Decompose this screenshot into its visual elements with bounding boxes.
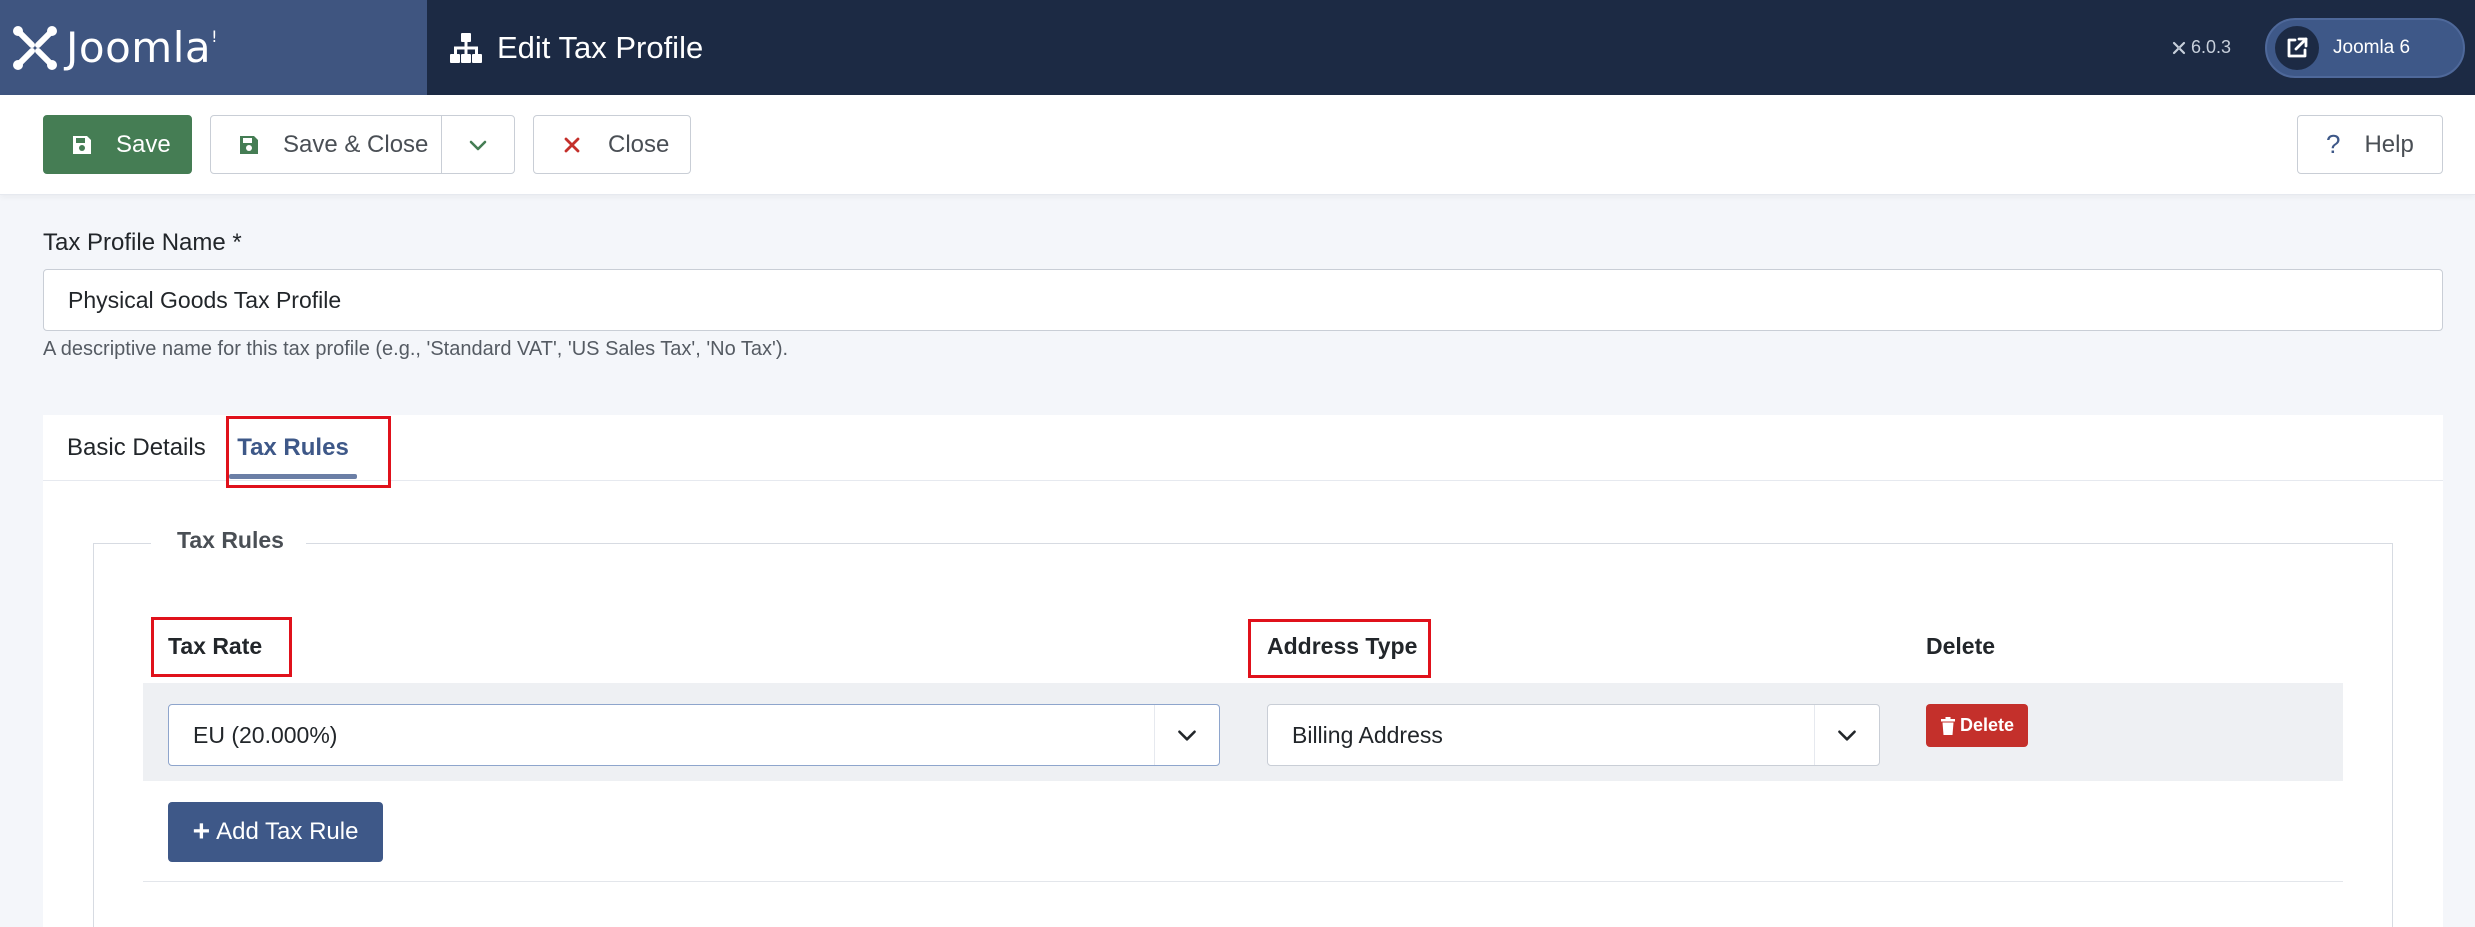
tax-profile-name-input[interactable]: Physical Goods Tax Profile xyxy=(43,269,2443,331)
floppy-disk-icon xyxy=(240,135,258,154)
version-label: 6.0.3 xyxy=(2171,37,2231,58)
tax-profile-name-hint: A descriptive name for this tax profile … xyxy=(43,338,789,360)
sitemap-icon xyxy=(450,32,482,63)
close-icon xyxy=(564,137,580,152)
tax-rate-select[interactable]: EU (20.000%) xyxy=(168,704,1220,766)
tab-tax-rules[interactable]: Tax Rules xyxy=(229,415,357,481)
save-button[interactable]: Save xyxy=(43,115,192,174)
question-icon: ? xyxy=(2326,129,2341,159)
add-tax-rule-button[interactable]: + Add Tax Rule xyxy=(168,802,383,862)
tabs-card: Basic Details Tax Rules Tax Rules Tax Ra… xyxy=(43,415,2443,927)
external-link-icon xyxy=(2275,25,2319,70)
view-site-button[interactable]: Joomla 6 xyxy=(2265,17,2465,78)
chevron-down-icon xyxy=(469,140,487,150)
joomla-small-icon xyxy=(2172,41,2186,54)
chevron-down-icon xyxy=(1814,705,1879,765)
column-header-delete: Delete xyxy=(1926,633,1996,659)
tax-rules-legend: Tax Rules xyxy=(151,527,306,554)
page-heading: Edit Tax Profile xyxy=(449,30,703,66)
brand-name: Joomla! xyxy=(66,23,219,72)
floppy-disk-icon xyxy=(73,135,91,154)
tax-profile-name-label: Tax Profile Name * xyxy=(43,229,242,256)
save-close-button[interactable]: Save & Close xyxy=(210,115,442,174)
toolbar: Save Save & Close Close ? Help xyxy=(0,95,2475,195)
delete-row-button[interactable]: Delete xyxy=(1926,704,2028,747)
tab-bar: Basic Details Tax Rules xyxy=(43,415,2443,481)
save-options-dropdown-button[interactable] xyxy=(441,115,515,174)
column-header-address-type: Address Type xyxy=(1267,633,1418,659)
brand-logo[interactable]: Joomla! xyxy=(0,0,427,95)
column-header-tax-rate: Tax Rate xyxy=(168,633,263,659)
close-button[interactable]: Close xyxy=(533,115,691,174)
tab-basic-details[interactable]: Basic Details xyxy=(67,415,206,481)
address-type-select[interactable]: Billing Address xyxy=(1267,704,1880,766)
chevron-down-icon xyxy=(1154,705,1219,765)
app-header: Joomla! Edit Tax Profile 6.0.3 Joomla 6 xyxy=(0,0,2475,95)
divider xyxy=(143,881,2343,882)
joomla-logo-icon xyxy=(13,25,57,70)
trash-icon xyxy=(1940,716,1955,735)
page-title: Edit Tax Profile xyxy=(497,29,704,65)
active-tab-indicator xyxy=(229,474,357,479)
plus-icon: + xyxy=(192,815,211,848)
help-button[interactable]: ? Help xyxy=(2297,115,2443,174)
